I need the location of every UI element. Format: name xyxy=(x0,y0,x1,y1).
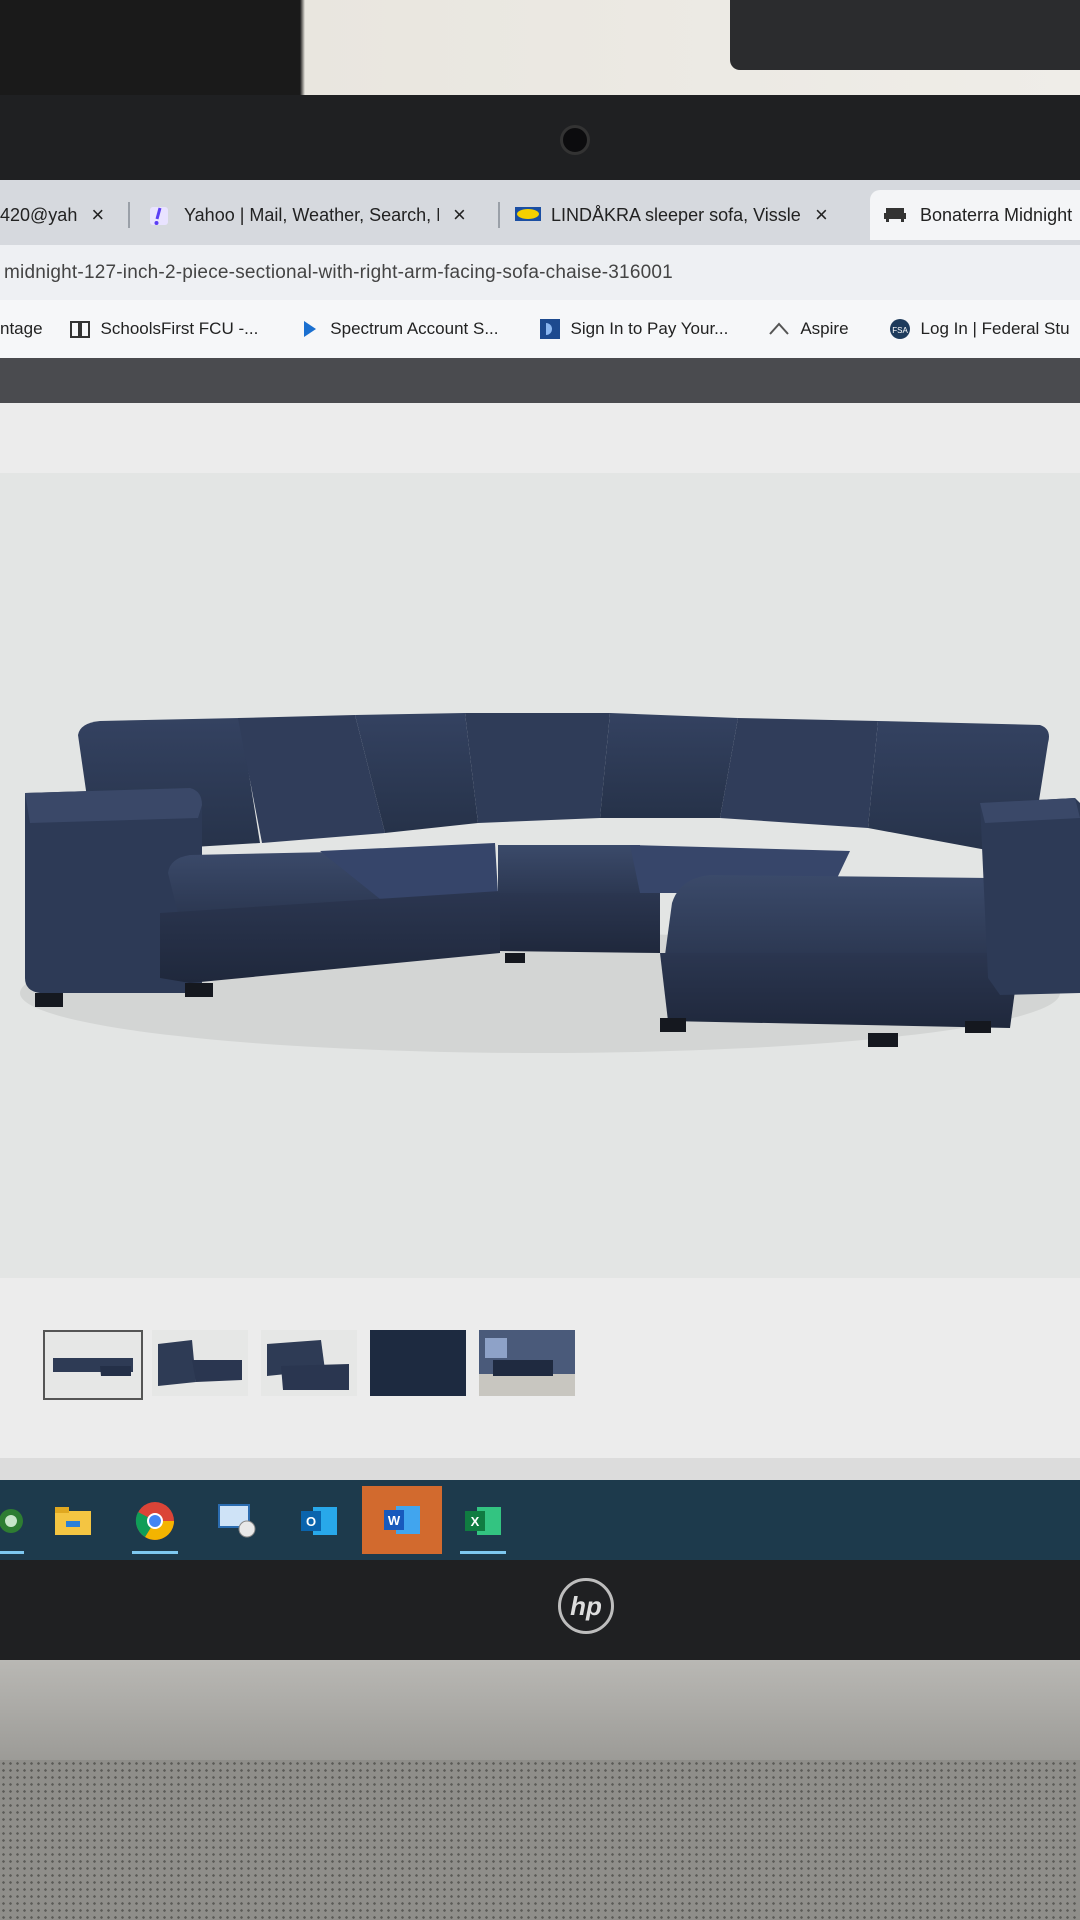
thumbnail-fabric-swatch[interactable] xyxy=(370,1330,466,1396)
laptop-bottom-bezel xyxy=(0,1560,1080,1660)
remote-desktop-icon[interactable] xyxy=(206,1490,268,1552)
sofa-icon xyxy=(884,205,906,225)
windows-taskbar: O W X xyxy=(0,1480,1080,1560)
laptop-speaker-grille xyxy=(0,1760,1080,1920)
excel-icon[interactable]: X xyxy=(452,1490,514,1554)
spectrum-icon xyxy=(298,318,320,340)
tab-bonaterra-active[interactable]: Bonaterra Midnight xyxy=(870,190,1080,240)
ikea-icon xyxy=(515,205,541,225)
tab-yahoo[interactable]: Yahoo | Mail, Weather, Search, F × xyxy=(148,190,478,240)
laptop-hinge xyxy=(0,1660,1080,1760)
bookmark-item[interactable]: Aspire xyxy=(768,318,849,340)
tab-separator xyxy=(498,202,500,228)
running-indicator xyxy=(132,1551,178,1554)
tab-ikea[interactable]: LINDÅKRA sleeper sofa, Vissle d × xyxy=(515,190,845,240)
tab-separator xyxy=(128,202,130,228)
book-icon xyxy=(69,318,91,340)
laptop-top-bezel xyxy=(0,95,1080,185)
browser-tab-strip: 420@yah × Yahoo | Mail, Weather, Search,… xyxy=(0,180,1080,245)
bookmark-item[interactable]: ntage xyxy=(0,319,43,339)
payment-icon xyxy=(539,318,561,340)
word-icon[interactable]: W xyxy=(362,1486,442,1554)
yahoo-icon xyxy=(148,205,170,225)
chrome-icon[interactable] xyxy=(124,1490,186,1554)
url-text[interactable]: midnight-127-inch-2-piece-sectional-with… xyxy=(0,262,673,284)
webcam xyxy=(560,125,590,155)
thumbnail-sectional-front[interactable] xyxy=(43,1330,143,1400)
bookmark-label: Spectrum Account S... xyxy=(330,319,499,338)
bookmark-label: Log In | Federal Stu xyxy=(920,319,1070,338)
tab-email[interactable]: 420@yah × xyxy=(0,190,118,240)
laptop-screen: 420@yah × Yahoo | Mail, Weather, Search,… xyxy=(0,180,1080,1560)
tab-title: 420@yah xyxy=(0,204,78,225)
status-app-icon[interactable] xyxy=(0,1490,42,1554)
bookmark-label: ntage xyxy=(0,319,43,338)
bookmark-item[interactable]: SchoolsFirst FCU -... xyxy=(69,318,259,340)
svg-text:O: O xyxy=(306,1514,316,1529)
aspire-icon xyxy=(768,318,790,340)
bookmark-item[interactable]: FSA Log In | Federal Stu xyxy=(889,318,1070,340)
running-indicator xyxy=(460,1551,506,1554)
svg-text:FSA: FSA xyxy=(892,326,908,335)
site-navigation-bar xyxy=(0,358,1080,403)
bookmark-label: Aspire xyxy=(800,319,849,338)
running-indicator xyxy=(0,1551,24,1554)
svg-text:W: W xyxy=(388,1513,401,1528)
file-explorer-icon[interactable] xyxy=(42,1490,104,1552)
thumbnail-sectional-side[interactable] xyxy=(261,1330,357,1396)
fsa-icon: FSA xyxy=(889,318,911,340)
bookmark-item[interactable]: Sign In to Pay Your... xyxy=(539,318,729,340)
tab-title: Bonaterra Midnight xyxy=(920,204,1073,225)
bookmark-label: SchoolsFirst FCU -... xyxy=(100,319,259,338)
close-icon[interactable]: × xyxy=(91,202,104,228)
sectional-sofa-image xyxy=(20,713,1080,1053)
product-main-image[interactable] xyxy=(0,473,1080,1278)
bookmarks-bar: ntage SchoolsFirst FCU -... Spectrum Acc… xyxy=(0,300,1080,358)
wall-picture-frame xyxy=(730,0,1080,70)
svg-text:X: X xyxy=(471,1514,480,1529)
page-header-area xyxy=(0,403,1080,473)
product-thumbnail-gallery xyxy=(0,1278,1080,1458)
address-bar[interactable]: midnight-127-inch-2-piece-sectional-with… xyxy=(0,245,1080,300)
outlook-icon[interactable]: O xyxy=(288,1490,350,1552)
thumbnail-room-scene[interactable] xyxy=(479,1330,575,1396)
close-icon[interactable]: × xyxy=(815,202,828,228)
close-icon[interactable]: × xyxy=(453,202,466,228)
tab-title: Yahoo | Mail, Weather, Search, F xyxy=(184,204,439,225)
hp-logo: hp xyxy=(558,1578,614,1634)
bookmark-item[interactable]: Spectrum Account S... xyxy=(298,318,499,340)
tab-title: LINDÅKRA sleeper sofa, Vissle d xyxy=(551,204,801,225)
bookmark-label: Sign In to Pay Your... xyxy=(570,319,729,338)
thumbnail-sectional-angle[interactable] xyxy=(152,1330,248,1396)
